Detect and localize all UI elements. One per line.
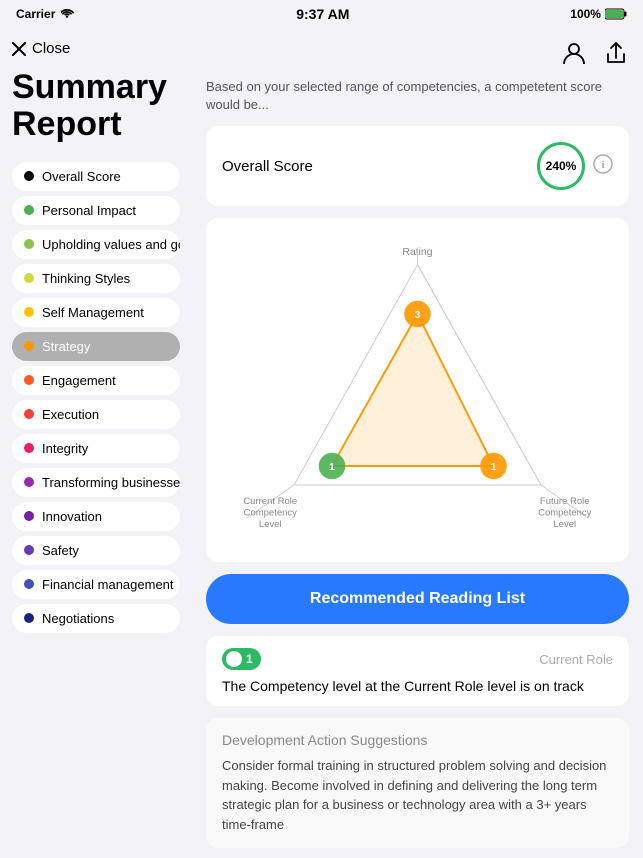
top-actions	[206, 40, 629, 66]
close-button[interactable]: Close	[12, 40, 180, 57]
dev-title: Development Action Suggestions	[222, 732, 613, 748]
main-layout: Close Summary Report Overall Score Person…	[0, 28, 643, 858]
user-button[interactable]	[561, 40, 587, 66]
svg-text:Competency: Competency	[538, 508, 592, 519]
sidebar-item-financial-management[interactable]: Financial management	[12, 570, 180, 599]
status-row: 1 Current Role The Competency level at t…	[206, 636, 629, 706]
nav-item-label: Thinking Styles	[42, 271, 130, 286]
nav-dot-10	[24, 511, 34, 521]
nav-dot-3	[24, 273, 34, 283]
nav-dot-4	[24, 307, 34, 317]
svg-text:3: 3	[415, 310, 421, 321]
svg-text:Level: Level	[259, 519, 282, 530]
nav-item-label: Transforming businesses	[42, 475, 180, 490]
summary-description: Based on your selected range of competen…	[206, 78, 629, 114]
status-message: The Competency level at the Current Role…	[222, 678, 613, 694]
info-icon: i	[593, 154, 613, 174]
nav-item-label: Self Management	[42, 305, 144, 320]
share-button[interactable]	[603, 40, 629, 66]
badge-row: 1 Current Role	[222, 648, 613, 670]
nav-dot-12	[24, 579, 34, 589]
info-button[interactable]: i	[593, 154, 613, 179]
share-icon	[603, 40, 629, 66]
nav-dot-11	[24, 545, 34, 555]
nav-item-label: Engagement	[42, 373, 116, 388]
close-label: Close	[32, 40, 70, 57]
svg-text:Competency: Competency	[244, 508, 298, 519]
sidebar-item-negotiations[interactable]: Negotiations	[12, 604, 180, 633]
score-card: Overall Score 240% i	[206, 126, 629, 206]
sidebar-item-personal-impact[interactable]: Personal Impact	[12, 196, 180, 225]
nav-item-label: Safety	[42, 543, 79, 558]
svg-text:1: 1	[491, 462, 497, 473]
nav-list: Overall Score Personal Impact Upholding va…	[12, 162, 180, 633]
sidebar: Close Summary Report Overall Score Person…	[0, 28, 192, 858]
dev-text: Consider formal training in structured p…	[222, 756, 613, 834]
nav-item-label: Personal Impact	[42, 203, 136, 218]
svg-text:Future Role: Future Role	[540, 496, 590, 507]
role-label: Current Role	[539, 652, 613, 667]
sidebar-item-upholding-values-and-goals[interactable]: Upholding values and goals	[12, 230, 180, 259]
nav-dot-5	[24, 341, 34, 351]
chart-container: Rating	[218, 230, 617, 550]
development-section: Development Action Suggestions Consider …	[206, 718, 629, 848]
reading-list-button[interactable]: Recommended Reading List	[206, 574, 629, 624]
sidebar-item-thinking-styles[interactable]: Thinking Styles	[12, 264, 180, 293]
battery-label: 100%	[570, 7, 601, 21]
carrier-label: Carrier	[16, 7, 55, 21]
nav-dot-13	[24, 613, 34, 623]
page-title: Summary Report	[12, 69, 180, 144]
nav-item-label: Financial management	[42, 577, 174, 592]
content-area: Based on your selected range of competen…	[192, 28, 643, 858]
wifi-icon	[61, 9, 75, 19]
nav-dot-1	[24, 205, 34, 215]
user-icon	[561, 40, 587, 66]
nav-item-label: Innovation	[42, 509, 102, 524]
svg-text:i: i	[601, 159, 604, 171]
nav-dot-2	[24, 239, 34, 249]
nav-item-label: Negotiations	[42, 611, 114, 626]
sidebar-item-transforming-businesses[interactable]: Transforming businesses	[12, 468, 180, 497]
time-label: 9:37 AM	[296, 6, 349, 22]
toggle-circle	[226, 651, 242, 667]
svg-text:Current Role: Current Role	[243, 496, 297, 507]
score-circle: 240%	[537, 142, 585, 190]
status-bar: Carrier 9:37 AM 100%	[0, 0, 643, 28]
sidebar-item-execution[interactable]: Execution	[12, 400, 180, 429]
nav-dot-7	[24, 409, 34, 419]
sidebar-item-self-management[interactable]: Self Management	[12, 298, 180, 327]
sidebar-item-safety[interactable]: Safety	[12, 536, 180, 565]
sidebar-item-innovation[interactable]: Innovation	[12, 502, 180, 531]
chart-card: Rating	[206, 218, 629, 562]
nav-dot-6	[24, 375, 34, 385]
battery-icon	[605, 8, 627, 20]
close-icon	[12, 42, 26, 56]
nav-dot-9	[24, 477, 34, 487]
nav-item-label: Execution	[42, 407, 99, 422]
nav-item-label: Overall Score	[42, 169, 121, 184]
nav-item-label: Strategy	[42, 339, 90, 354]
score-right: 240% i	[537, 142, 613, 190]
sidebar-item-integrity[interactable]: Integrity	[12, 434, 180, 463]
nav-dot-8	[24, 443, 34, 453]
nav-item-label: Integrity	[42, 441, 88, 456]
sidebar-item-strategy[interactable]: Strategy	[12, 332, 180, 361]
radar-chart: Rating	[218, 230, 617, 550]
sidebar-item-overall-score[interactable]: Overall Score	[12, 162, 180, 191]
nav-dot-0	[24, 171, 34, 181]
svg-text:Level: Level	[553, 519, 576, 530]
sidebar-item-engagement[interactable]: Engagement	[12, 366, 180, 395]
badge-value: 1	[246, 652, 253, 666]
toggle-badge: 1	[222, 648, 261, 670]
score-label: Overall Score	[222, 158, 313, 175]
svg-text:1: 1	[329, 462, 335, 473]
nav-item-label: Upholding values and goals	[42, 237, 180, 252]
